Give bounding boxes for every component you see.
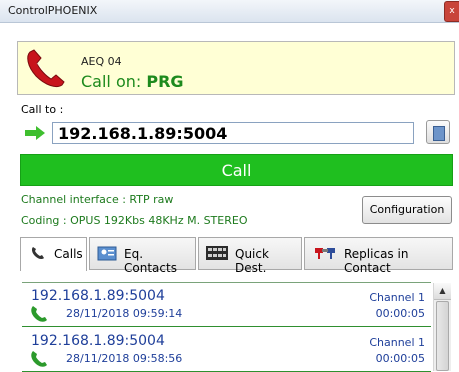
call-duration: 00:00:05 bbox=[375, 352, 425, 365]
calls-list: 192.168.1.89:5004 28/11/2018 09:59:14 Ch… bbox=[22, 282, 431, 372]
call-address: 192.168.1.89:5004 bbox=[31, 288, 165, 304]
tab-quick-dest[interactable]: Quick Dest. bbox=[198, 237, 302, 275]
call-ended-icon bbox=[31, 306, 47, 322]
call-on-target: PRG bbox=[146, 72, 184, 91]
device-name: AEQ 04 bbox=[81, 55, 122, 68]
call-address-input[interactable]: 192.168.1.89:5004 bbox=[52, 122, 414, 144]
call-duration: 00:00:05 bbox=[375, 307, 425, 320]
call-to-label: Call to : bbox=[21, 103, 64, 116]
tab-replicas-in-contact[interactable]: Replicas in Contact bbox=[304, 237, 453, 275]
address-book-button[interactable] bbox=[426, 120, 450, 144]
tab-calls-label: Calls bbox=[54, 247, 83, 261]
call-address-value: 192.168.1.89:5004 bbox=[58, 124, 228, 143]
phone-handset-icon bbox=[27, 49, 65, 88]
close-button[interactable]: x bbox=[444, 1, 459, 22]
window-title: ControlPHOENIX bbox=[8, 4, 98, 17]
scroll-up-button[interactable]: ▲ bbox=[434, 283, 451, 300]
address-book-icon bbox=[433, 126, 445, 141]
phone-icon bbox=[31, 247, 44, 260]
call-status-panel: AEQ 04 Call on: PRG bbox=[17, 41, 455, 95]
coding-text: Coding : OPUS 192Kbs 48KHz M. STEREO bbox=[21, 214, 248, 227]
configuration-button[interactable]: Configuration bbox=[362, 196, 452, 224]
replica-icon bbox=[315, 248, 335, 259]
call-datetime: 28/11/2018 09:59:14 bbox=[66, 307, 183, 320]
tab-calls[interactable]: Calls bbox=[20, 237, 87, 271]
call-button[interactable]: Call bbox=[20, 154, 453, 186]
keypad-icon bbox=[206, 246, 228, 260]
call-channel: Channel 1 bbox=[369, 336, 425, 349]
channel-interface-text: Channel interface : RTP raw bbox=[21, 193, 174, 206]
title-bar: ControlPHOENIX x bbox=[0, 0, 459, 23]
scroll-thumb[interactable] bbox=[436, 301, 449, 371]
tab-quick-dest-label: Quick Dest. bbox=[235, 247, 269, 275]
call-datetime: 28/11/2018 09:58:56 bbox=[66, 352, 183, 365]
call-on-status: Call on: PRG bbox=[81, 72, 184, 91]
call-address: 192.168.1.89:5004 bbox=[31, 333, 165, 349]
tab-bar: Calls Eq. Contacts Quick Dest. Replicas … bbox=[20, 237, 453, 275]
list-item[interactable]: 192.168.1.89:5004 28/11/2018 09:58:56 Ch… bbox=[22, 328, 431, 372]
call-ended-icon bbox=[31, 351, 47, 367]
tab-replicas-label: Replicas in Contact bbox=[344, 247, 409, 275]
arrow-right-icon bbox=[25, 126, 45, 140]
list-item[interactable]: 192.168.1.89:5004 28/11/2018 09:59:14 Ch… bbox=[22, 283, 431, 327]
call-channel: Channel 1 bbox=[369, 291, 425, 304]
call-on-prefix: Call on: bbox=[81, 72, 147, 91]
tab-eq-contacts[interactable]: Eq. Contacts bbox=[89, 237, 196, 275]
contacts-icon bbox=[97, 246, 117, 261]
calls-scrollbar[interactable]: ▲ bbox=[433, 283, 451, 371]
tab-eq-contacts-label: Eq. Contacts bbox=[124, 247, 177, 275]
